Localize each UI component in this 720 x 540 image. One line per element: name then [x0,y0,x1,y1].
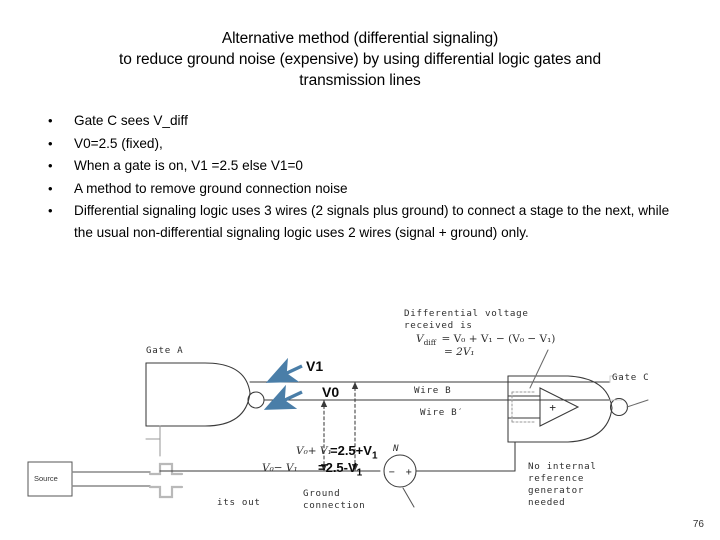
gate-a-body-bottom [145,392,251,427]
opamp-triangle [539,387,580,427]
eq-minus-text: =2.5-V [318,460,357,475]
bullet-marker-icon: • [48,113,53,128]
gate-a-bubble-icon [247,391,265,409]
eq-minus-subscript: 1 [356,467,363,479]
gate-a-body-top [145,362,251,394]
list-item-label: Gate C sees V_diff [74,113,188,128]
v-diff-formula: Vdiff = V₀ + V₁ − (V₀ − V₁) [416,333,557,347]
list-item-label: Differential signaling logic uses 3 wire… [74,203,670,240]
gate-c-body-bottom [507,407,613,443]
v0-minus-v1-label: V₀− V₁ [262,462,298,474]
v-diff-lhs: V [416,333,424,345]
gate-c-bubble-icon [609,397,629,417]
title-line-3: transmission lines [299,72,421,89]
bullet-marker-icon: • [48,203,53,218]
no-internal-ref-line2: reference [528,473,585,484]
no-internal-ref-line3: generator [528,485,585,496]
v-diff-rhs: = V₀ + V₁ − (V₀ − V₁) [441,333,556,345]
bullet-list: • Gate C sees V_diff • V0=2.5 (fixed), •… [36,110,686,244]
list-item-label: V0=2.5 (fixed), [74,135,163,151]
bullet-marker-icon: • [48,158,53,173]
eq-plus-subscript: 1 [371,450,378,462]
source-box-label: Source [34,474,58,483]
wire-b-prime-label: Wire B′ [420,407,464,418]
page-title: Alternative method (differential signali… [30,28,690,91]
bullet-marker-icon: • [48,135,53,151]
v0-plus-v1-label: V₀+ V₁ [296,445,332,457]
eq-plus-annotation: =2.5+V1 [330,443,378,462]
title-line-1: Alternative method (differential signali… [221,30,499,47]
no-internal-ref-line4: needed [528,497,566,508]
noise-plus-sign: + [406,467,413,478]
diff-voltage-caption-line2: received is [404,320,473,331]
page-number: 76 [692,519,704,530]
ground-connection-label-line2: connection [303,500,366,511]
diff-voltage-caption-line1: Differential voltage [404,308,529,319]
differential-signaling-diagram: − + + Gate A Gate C Wire B Wire B′ Groun… [0,288,720,540]
gate-a-label: Gate A [146,345,184,356]
slide-canvas: Alternative method (differential signali… [0,0,720,540]
v-diff-formula-second: = 2V₁ [444,346,475,358]
list-item: • A method to remove ground connection n… [36,178,686,200]
v0-annotation-label: V0 [322,384,340,400]
eq-plus-text: =2.5+V [330,443,372,458]
noise-source-label: N [393,443,400,454]
v-diff-second-text: = 2V₁ [444,346,475,358]
bullet-marker-icon: • [48,180,53,196]
v-diff-subscript: diff [423,338,437,348]
title-line-2: to reduce ground noise (expensive) by us… [119,51,601,68]
eq-minus-annotation: =2.5-V1 [318,460,362,479]
its-out-label: its out [217,497,261,508]
list-item: • Gate C sees V_diff [36,110,686,132]
no-internal-ref-line1: No internal [528,461,597,472]
list-item: • V0=2.5 (fixed), [36,133,686,155]
list-item-label: A method to remove ground connection noi… [74,180,348,196]
gate-c-label: Gate C [612,372,650,383]
opamp-plus-sign: + [549,401,556,414]
noise-minus-sign: − [389,467,396,478]
list-item: • Differential signaling logic uses 3 wi… [36,200,686,243]
v1-annotation-label: V1 [306,358,324,374]
list-item-label: When a gate is on, V1 =2.5 else V1=0 [74,158,303,173]
wire-b-label: Wire B [414,385,452,396]
list-item: • When a gate is on, V1 =2.5 else V1=0 [36,155,686,177]
ground-connection-label-line1: Ground [303,488,341,499]
